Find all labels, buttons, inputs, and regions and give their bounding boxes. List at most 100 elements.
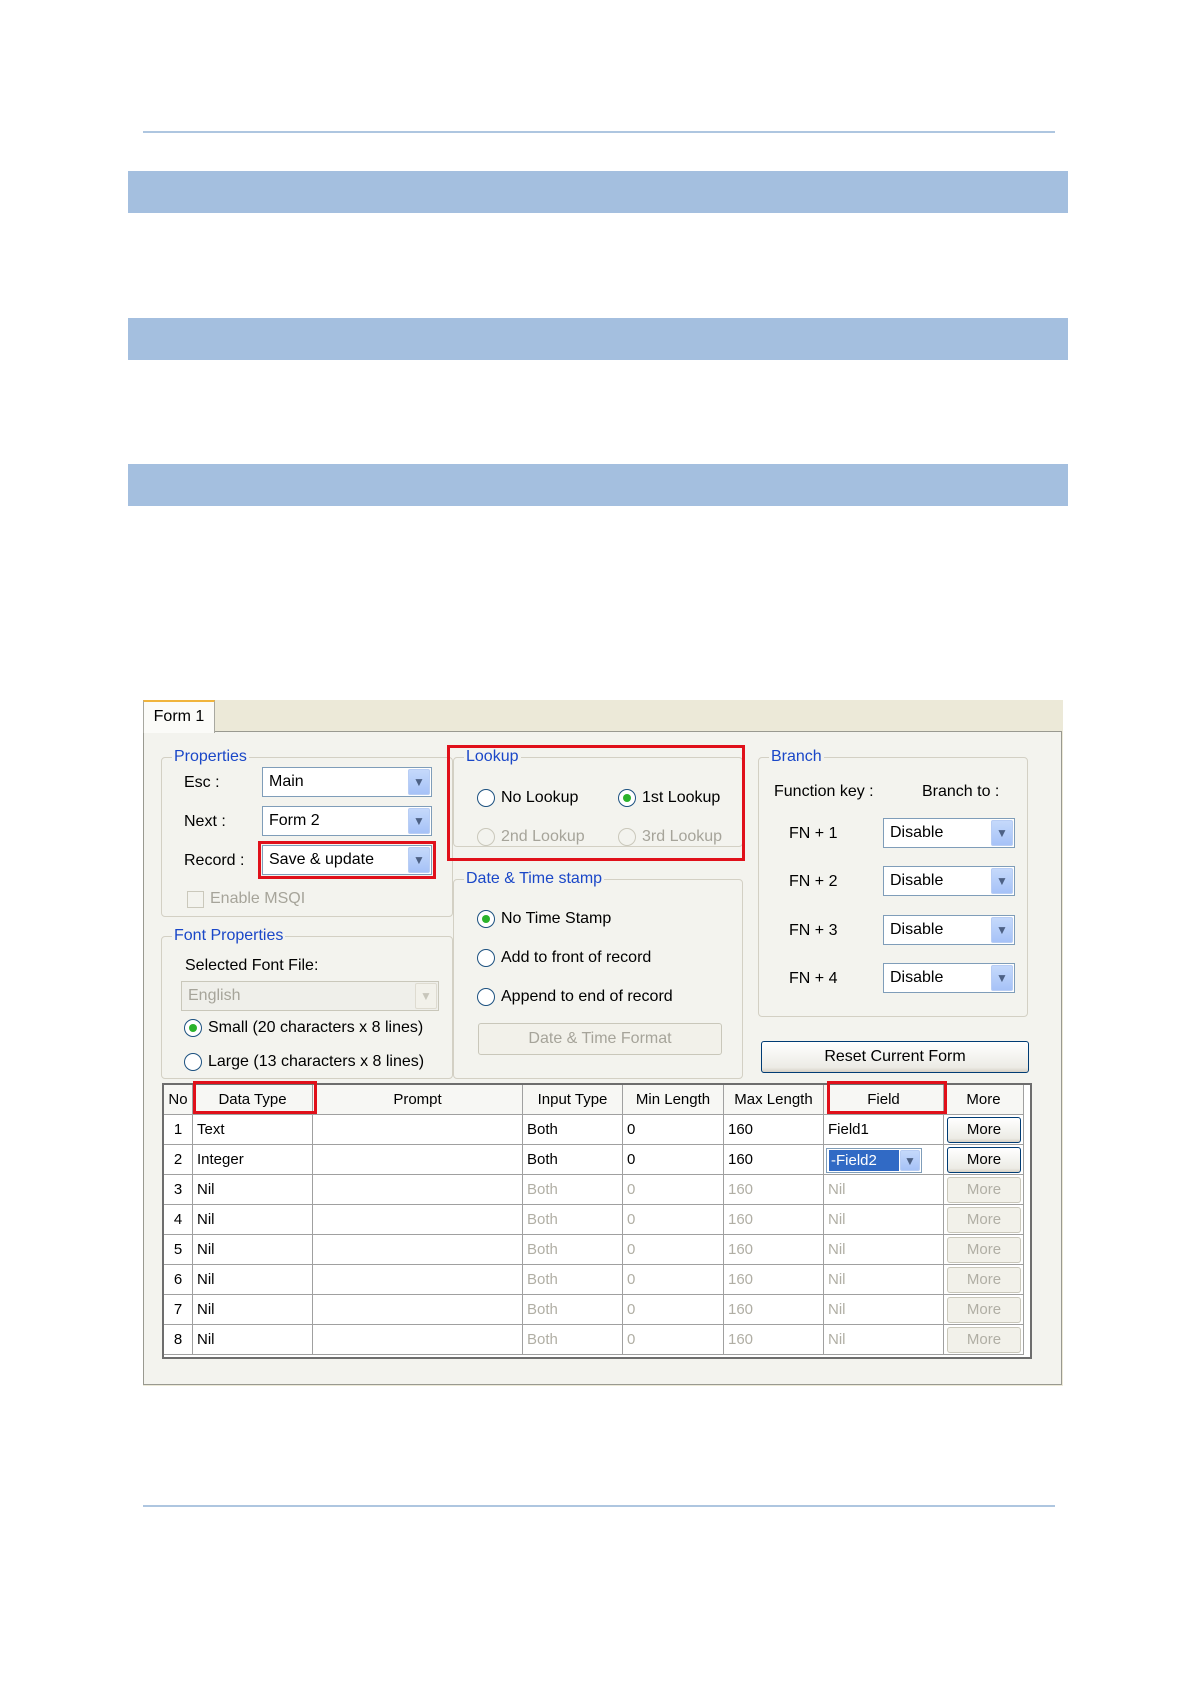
cell-field[interactable]: Nil [824, 1175, 944, 1205]
first-lookup-radio[interactable] [618, 789, 636, 807]
cell-field[interactable]: -Field2 ▼ [824, 1145, 944, 1175]
more-button[interactable]: More [947, 1207, 1021, 1233]
cell-input-type[interactable]: Both [523, 1145, 623, 1175]
chevron-down-icon[interactable]: ▼ [408, 769, 430, 795]
cell-more[interactable]: More [944, 1235, 1024, 1265]
more-button[interactable]: More [947, 1237, 1021, 1263]
more-button[interactable]: More [947, 1117, 1021, 1143]
add-front-radio[interactable] [477, 949, 495, 967]
third-lookup-radio[interactable] [618, 828, 636, 846]
cell-input-type[interactable]: Both [523, 1115, 623, 1145]
no-lookup-radio[interactable] [477, 789, 495, 807]
record-select[interactable]: Save & update ▼ [262, 845, 432, 875]
append-end-radio[interactable] [477, 988, 495, 1006]
cell-min-length[interactable]: 0 [623, 1295, 724, 1325]
cell-prompt[interactable] [313, 1205, 523, 1235]
cell-field[interactable]: Nil [824, 1235, 944, 1265]
fn2-branch-select[interactable]: Disable ▼ [883, 866, 1015, 896]
branch-to-label: Branch to : [922, 783, 1000, 800]
fn1-branch-select[interactable]: Disable ▼ [883, 818, 1015, 848]
cell-more[interactable]: More [944, 1295, 1024, 1325]
more-button[interactable]: More [947, 1267, 1021, 1293]
chevron-down-icon[interactable]: ▼ [408, 847, 430, 873]
cell-max-length[interactable]: 160 [724, 1235, 824, 1265]
cell-field[interactable]: Nil [824, 1265, 944, 1295]
fn3-branch-select[interactable]: Disable ▼ [883, 915, 1015, 945]
cell-input-type[interactable]: Both [523, 1235, 623, 1265]
fn4-branch-select[interactable]: Disable ▼ [883, 963, 1015, 993]
cell-more[interactable]: More [944, 1265, 1024, 1295]
chevron-down-icon[interactable]: ▼ [991, 868, 1013, 894]
cell-min-length[interactable]: 0 [623, 1115, 724, 1145]
cell-prompt[interactable] [313, 1325, 523, 1355]
fn3-branch-value: Disable [890, 921, 944, 938]
cell-field[interactable]: Nil [824, 1325, 944, 1355]
cell-max-length[interactable]: 160 [724, 1175, 824, 1205]
cell-prompt[interactable] [313, 1295, 523, 1325]
cell-input-type[interactable]: Both [523, 1325, 623, 1355]
cell-prompt[interactable] [313, 1145, 523, 1175]
cell-max-length[interactable]: 160 [724, 1145, 824, 1175]
cell-data-type[interactable]: Nil [193, 1295, 313, 1325]
cell-input-type[interactable]: Both [523, 1265, 623, 1295]
chevron-down-icon[interactable]: ▼ [991, 917, 1013, 943]
chevron-down-icon[interactable]: ▼ [900, 1150, 920, 1171]
enable-msqi-checkbox[interactable] [187, 891, 204, 908]
cell-prompt[interactable] [313, 1265, 523, 1295]
cell-min-length[interactable]: 0 [623, 1235, 724, 1265]
cell-min-length[interactable]: 0 [623, 1265, 724, 1295]
no-time-stamp-label: No Time Stamp [501, 910, 612, 927]
cell-data-type[interactable]: Nil [193, 1175, 313, 1205]
second-lookup-label: 2nd Lookup [501, 828, 585, 845]
cell-data-type[interactable]: Text [193, 1115, 313, 1145]
cell-prompt[interactable] [313, 1175, 523, 1205]
cell-max-length[interactable]: 160 [724, 1115, 824, 1145]
cell-min-length[interactable]: 0 [623, 1325, 724, 1355]
no-time-stamp-radio[interactable] [477, 910, 495, 928]
next-select[interactable]: Form 2 ▼ [262, 806, 432, 836]
font-select[interactable]: English ▼ [181, 981, 439, 1011]
cell-more[interactable]: More [944, 1115, 1024, 1145]
cell-field[interactable]: Nil [824, 1205, 944, 1235]
cell-input-type[interactable]: Both [523, 1295, 623, 1325]
cell-max-length[interactable]: 160 [724, 1295, 824, 1325]
date-time-format-button[interactable]: Date & Time Format [478, 1023, 722, 1055]
cell-more[interactable]: More [944, 1145, 1024, 1175]
cell-prompt[interactable] [313, 1115, 523, 1145]
cell-more[interactable]: More [944, 1175, 1024, 1205]
field-select[interactable]: -Field2 ▼ [826, 1148, 922, 1173]
cell-max-length[interactable]: 160 [724, 1265, 824, 1295]
more-button[interactable]: More [947, 1297, 1021, 1323]
reset-current-form-button[interactable]: Reset Current Form [761, 1041, 1029, 1073]
cell-field[interactable]: Nil [824, 1295, 944, 1325]
function-key-label: Function key : [774, 783, 874, 800]
cell-data-type[interactable]: Integer [193, 1145, 313, 1175]
font-small-radio[interactable] [184, 1019, 202, 1037]
cell-field[interactable]: Field1 [824, 1115, 944, 1145]
esc-select[interactable]: Main ▼ [262, 767, 432, 797]
more-button[interactable]: More [947, 1327, 1021, 1353]
cell-more[interactable]: More [944, 1205, 1024, 1235]
chevron-down-icon[interactable]: ▼ [408, 808, 430, 834]
cell-data-type[interactable]: Nil [193, 1325, 313, 1355]
tab-form-1[interactable]: Form 1 [143, 700, 215, 733]
cell-data-type[interactable]: Nil [193, 1235, 313, 1265]
cell-min-length[interactable]: 0 [623, 1145, 724, 1175]
cell-data-type[interactable]: Nil [193, 1205, 313, 1235]
font-large-radio[interactable] [184, 1053, 202, 1071]
chevron-down-icon[interactable]: ▼ [991, 965, 1013, 991]
cell-prompt[interactable] [313, 1235, 523, 1265]
more-button[interactable]: More [947, 1147, 1021, 1173]
cell-input-type[interactable]: Both [523, 1205, 623, 1235]
cell-input-type[interactable]: Both [523, 1175, 623, 1205]
chevron-down-icon[interactable]: ▼ [415, 983, 437, 1009]
second-lookup-radio[interactable] [477, 828, 495, 846]
cell-data-type[interactable]: Nil [193, 1265, 313, 1295]
cell-max-length[interactable]: 160 [724, 1205, 824, 1235]
chevron-down-icon[interactable]: ▼ [991, 820, 1013, 846]
cell-min-length[interactable]: 0 [623, 1175, 724, 1205]
cell-min-length[interactable]: 0 [623, 1205, 724, 1235]
more-button[interactable]: More [947, 1177, 1021, 1203]
cell-max-length[interactable]: 160 [724, 1325, 824, 1355]
cell-more[interactable]: More [944, 1325, 1024, 1355]
